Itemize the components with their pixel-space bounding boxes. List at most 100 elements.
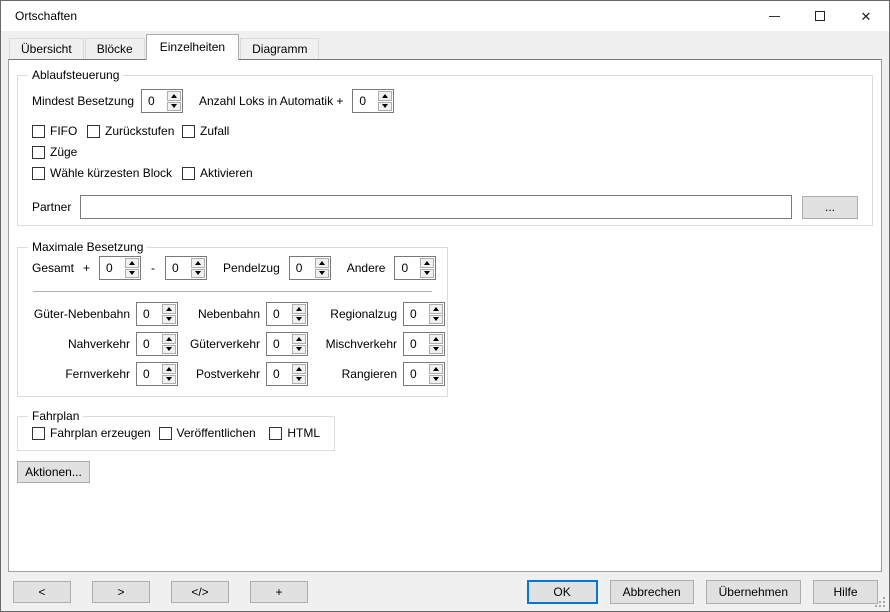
nav-next-button[interactable]: >	[92, 581, 150, 603]
checkbox-fahrplan-erzeugen[interactable]: Fahrplan erzeugen	[32, 426, 159, 440]
spinner-value[interactable]	[353, 90, 377, 112]
spinner-up-button[interactable]	[191, 258, 205, 268]
spinner-down-button[interactable]	[292, 315, 306, 325]
resize-grip-icon[interactable]	[883, 605, 885, 607]
rangieren-spinner[interactable]	[403, 362, 445, 386]
uebernehmen-button[interactable]: Übernehmen	[706, 580, 801, 604]
grid-cell-rangieren: Rangieren	[308, 362, 445, 386]
checkbox-zuege[interactable]: Züge	[32, 145, 77, 159]
spinner-down-button[interactable]	[191, 269, 205, 279]
tab-einzelheiten[interactable]: Einzelheiten	[146, 34, 239, 60]
spinner-value[interactable]	[404, 333, 428, 355]
checkbox-box[interactable]	[159, 427, 172, 440]
spinner-down-button[interactable]	[429, 375, 443, 385]
spinner-down-button[interactable]	[429, 345, 443, 355]
nav-previous-button[interactable]: <	[13, 581, 71, 603]
aktionen-button[interactable]: Aktionen...	[17, 461, 90, 483]
pendelzug-spinner[interactable]	[289, 256, 331, 280]
spinner-down-button[interactable]	[378, 102, 392, 112]
spinner-up-button[interactable]	[292, 304, 306, 314]
spinner-value[interactable]	[404, 303, 428, 325]
spinner-down-button[interactable]	[162, 315, 176, 325]
partner-browse-button[interactable]: ...	[802, 196, 858, 219]
gesamt-plus-spinner[interactable]	[99, 256, 141, 280]
spinner-up-button[interactable]	[292, 364, 306, 374]
checkbox-veroeffentlichen[interactable]: Veröffentlichen	[159, 426, 270, 440]
maximize-button[interactable]	[797, 1, 843, 31]
checkbox-waehle-kuerzesten-block[interactable]: Wähle kürzesten Block	[32, 166, 182, 180]
spinner-up-button[interactable]	[429, 304, 443, 314]
mischverkehr-spinner[interactable]	[403, 332, 445, 356]
checkbox-box[interactable]	[32, 427, 45, 440]
spinner-value[interactable]	[137, 363, 161, 385]
spinner-value[interactable]	[100, 257, 124, 279]
nav-code-button[interactable]: </>	[171, 581, 229, 603]
spinner-down-button[interactable]	[125, 269, 139, 279]
spinner-up-button[interactable]	[162, 364, 176, 374]
gesamt-minus-spinner[interactable]	[165, 256, 207, 280]
checkbox-box[interactable]	[182, 125, 195, 138]
checkbox-zurueckstufen[interactable]: Zurückstufen	[87, 124, 182, 138]
spinner-value[interactable]	[267, 333, 291, 355]
spinner-value[interactable]	[137, 333, 161, 355]
checkbox-box[interactable]	[32, 167, 45, 180]
spinner-up-button[interactable]	[162, 304, 176, 314]
spinner-down-button[interactable]	[162, 375, 176, 385]
spinner-up-button[interactable]	[167, 91, 181, 101]
spinner-up-button[interactable]	[292, 334, 306, 344]
gueterverkehr-spinner[interactable]	[266, 332, 308, 356]
tab-uebersicht[interactable]: Übersicht	[9, 38, 84, 59]
spinner-value[interactable]	[395, 257, 419, 279]
nav-add-button[interactable]: +	[250, 581, 308, 603]
spinner-up-button[interactable]	[162, 334, 176, 344]
spinner-up-button[interactable]	[378, 91, 392, 101]
spinner-down-button[interactable]	[292, 375, 306, 385]
spinner-down-button[interactable]	[420, 269, 434, 279]
tab-diagramm[interactable]: Diagramm	[240, 38, 319, 59]
checkbox-html[interactable]: HTML	[269, 426, 320, 440]
fernverkehr-spinner[interactable]	[136, 362, 178, 386]
spinner-value[interactable]	[267, 363, 291, 385]
spinner-up-button[interactable]	[429, 334, 443, 344]
spinner-up-button[interactable]	[315, 258, 329, 268]
andere-spinner[interactable]	[394, 256, 436, 280]
checkbox-box[interactable]	[182, 167, 195, 180]
checkbox-aktivieren[interactable]: Aktivieren	[182, 166, 253, 180]
checkbox-fifo[interactable]: FIFO	[32, 124, 87, 138]
spinner-value[interactable]	[137, 303, 161, 325]
spinner-up-button[interactable]	[420, 258, 434, 268]
tab-bloecke[interactable]: Blöcke	[85, 38, 145, 59]
regionalzug-spinner[interactable]	[403, 302, 445, 326]
spinner-down-button[interactable]	[315, 269, 329, 279]
hilfe-button[interactable]: Hilfe	[813, 580, 878, 604]
spinner-down-button[interactable]	[162, 345, 176, 355]
anzahl-loks-spinner[interactable]	[352, 89, 394, 113]
spinner-up-button[interactable]	[125, 258, 139, 268]
ok-button[interactable]: OK	[527, 580, 598, 604]
checkbox-box[interactable]	[269, 427, 282, 440]
minimize-button[interactable]	[751, 1, 797, 31]
postverkehr-spinner[interactable]	[266, 362, 308, 386]
spinner-value[interactable]	[404, 363, 428, 385]
close-button[interactable]: ✕	[843, 1, 889, 31]
spinner-down-button[interactable]	[167, 102, 181, 112]
checkbox-box[interactable]	[87, 125, 100, 138]
abbrechen-button[interactable]: Abbrechen	[610, 580, 694, 604]
spinner-up-button[interactable]	[429, 364, 443, 374]
spinner-value[interactable]	[290, 257, 314, 279]
mindest-besetzung-spinner[interactable]	[141, 89, 183, 113]
checkbox-box[interactable]	[32, 125, 45, 138]
spinner-value[interactable]	[166, 257, 190, 279]
checkbox-zufall[interactable]: Zufall	[182, 124, 229, 138]
spinner-down-button[interactable]	[429, 315, 443, 325]
nebenbahn-spinner[interactable]	[266, 302, 308, 326]
spinner-down-button[interactable]	[292, 345, 306, 355]
partner-input[interactable]	[80, 195, 792, 219]
spinner-value[interactable]	[267, 303, 291, 325]
checkbox-box[interactable]	[32, 146, 45, 159]
nahverkehr-spinner[interactable]	[136, 332, 178, 356]
gueter-nebenbahn-spinner[interactable]	[136, 302, 178, 326]
tab-label: Blöcke	[97, 42, 133, 56]
spinner-value[interactable]	[142, 90, 166, 112]
minus-sign: -	[151, 261, 155, 275]
